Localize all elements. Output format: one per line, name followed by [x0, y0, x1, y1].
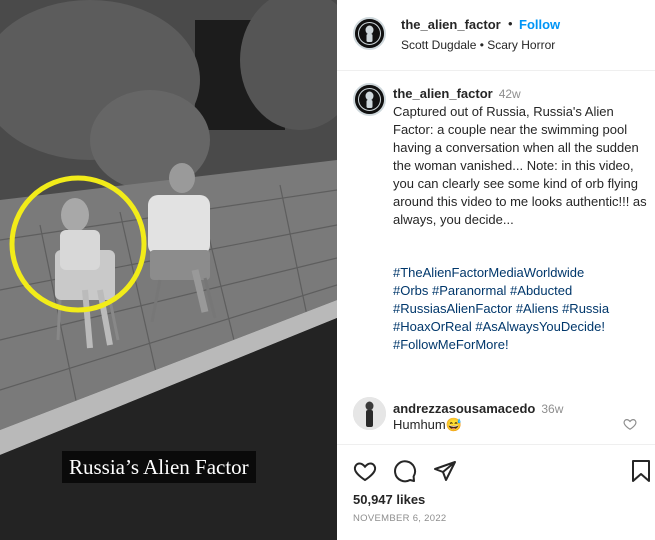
like-comment-heart-icon[interactable] [623, 417, 637, 431]
reply-avatar[interactable] [353, 397, 386, 430]
divider [337, 444, 655, 445]
comment-icon[interactable] [393, 459, 417, 483]
hashtag-line[interactable]: #HoaxOrReal #AsAlwaysYouDecide! [393, 318, 648, 336]
post-date[interactable]: NOVEMBER 6, 2022 [353, 513, 447, 524]
hashtag-line[interactable]: #RussiasAlienFactor #Aliens #Russia [393, 300, 648, 318]
like-count[interactable]: 50,947 likes [353, 492, 425, 507]
avatar[interactable] [353, 17, 386, 50]
reply-text: Humhum😅 [393, 417, 462, 432]
hashtag-line[interactable]: #Orbs #Paranormal #Abducted [393, 282, 648, 300]
avatar[interactable] [353, 83, 386, 116]
person-photo-icon [353, 397, 386, 430]
alien-logo-icon [355, 85, 384, 114]
post-video[interactable]: Russia’s Alien Factor [0, 0, 337, 540]
bookmark-icon[interactable] [631, 459, 651, 483]
hashtag-list: #TheAlienFactorMediaWorldwide #Orbs #Par… [393, 264, 648, 354]
action-bar [337, 455, 655, 487]
hashtag-line[interactable]: #FollowMeForMore! [393, 336, 648, 354]
hashtag-line[interactable]: #TheAlienFactorMediaWorldwide [393, 264, 648, 282]
caption-username[interactable]: the_alien_factor [393, 86, 493, 101]
share-icon[interactable] [433, 459, 457, 483]
caption-text: Captured out of Russia, Russia's Alien F… [393, 104, 647, 227]
caption-time[interactable]: 42w [499, 87, 521, 101]
post-details-panel: the_alien_factor • Follow Scott Dugdale … [337, 0, 655, 540]
header-username[interactable]: the_alien_factor [401, 17, 501, 32]
reply-time[interactable]: 36w [541, 402, 563, 416]
alien-logo-icon [355, 19, 384, 48]
header-separator: • [508, 16, 513, 31]
reply-username-row: andrezzasousamacedo 36w [393, 401, 563, 416]
follow-button[interactable]: Follow [519, 17, 560, 32]
header-subtitle[interactable]: Scott Dugdale • Scary Horror [401, 38, 555, 52]
heart-icon[interactable] [353, 459, 377, 483]
caption-username-row: the_alien_factor 42w [393, 86, 521, 101]
video-overlay-caption: Russia’s Alien Factor [62, 451, 256, 483]
reply-username[interactable]: andrezzasousamacedo [393, 401, 535, 416]
post-header: the_alien_factor • Follow Scott Dugdale … [337, 0, 655, 71]
